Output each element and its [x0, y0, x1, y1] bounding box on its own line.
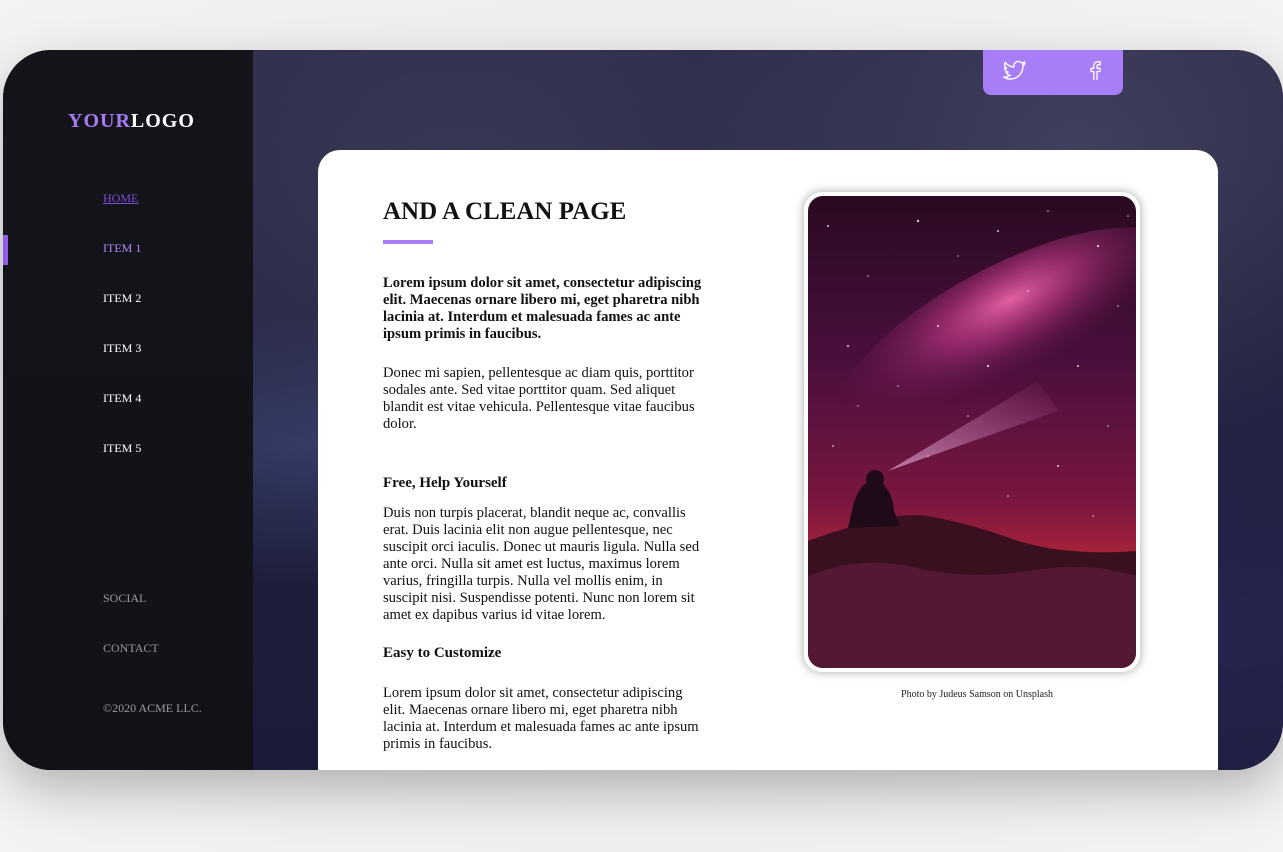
nav-item-2[interactable]: ITEM 2	[103, 291, 141, 306]
nav-item-1[interactable]: ITEM 1	[103, 241, 141, 256]
lead-paragraph: Lorem ipsum dolor sit amet, consectetur …	[383, 275, 702, 342]
photo-caption: Photo by Judeus Samson on Unsplash	[901, 689, 1053, 700]
nav-item-home[interactable]: HOME	[103, 191, 138, 206]
night-sky-photo	[808, 196, 1136, 668]
section-text-free: Duis non turpis placerat, blandit neque …	[383, 505, 700, 623]
sidebar: YOURLOGO HOME ITEM 1 ITEM 2 ITEM 3 ITEM …	[3, 50, 253, 770]
section-heading-free: Free, Help Yourself	[383, 475, 507, 491]
copyright: ©2020 ACME LLC.	[103, 701, 202, 715]
footer-link-contact[interactable]: CONTACT	[103, 641, 159, 656]
photo-frame	[804, 192, 1140, 672]
logo[interactable]: YOURLOGO	[68, 110, 195, 133]
nav-item-4[interactable]: ITEM 4	[103, 391, 141, 406]
page-title: AND A CLEAN PAGE	[383, 198, 627, 225]
content-card: AND A CLEAN PAGE Lorem ipsum dolor sit a…	[318, 150, 1218, 770]
logo-part-2: LOGO	[130, 110, 195, 132]
section-heading-customize: Easy to Customize	[383, 645, 502, 661]
nav-item-5[interactable]: ITEM 5	[103, 441, 141, 456]
device-frame: YOURLOGO HOME ITEM 1 ITEM 2 ITEM 3 ITEM …	[3, 50, 1283, 770]
nav-item-3[interactable]: ITEM 3	[103, 341, 141, 356]
active-nav-indicator	[3, 235, 8, 265]
twitter-icon[interactable]	[1003, 60, 1027, 87]
facebook-icon[interactable]	[1088, 60, 1102, 87]
logo-part-1: YOUR	[68, 110, 131, 132]
social-bar	[983, 50, 1123, 95]
footer-link-social[interactable]: SOCIAL	[103, 591, 146, 606]
body-paragraph-1: Donec mi sapien, pellentesque ac diam qu…	[383, 365, 695, 432]
title-underline	[383, 240, 433, 244]
section-text-customize: Lorem ipsum dolor sit amet, consectetur …	[383, 685, 699, 752]
